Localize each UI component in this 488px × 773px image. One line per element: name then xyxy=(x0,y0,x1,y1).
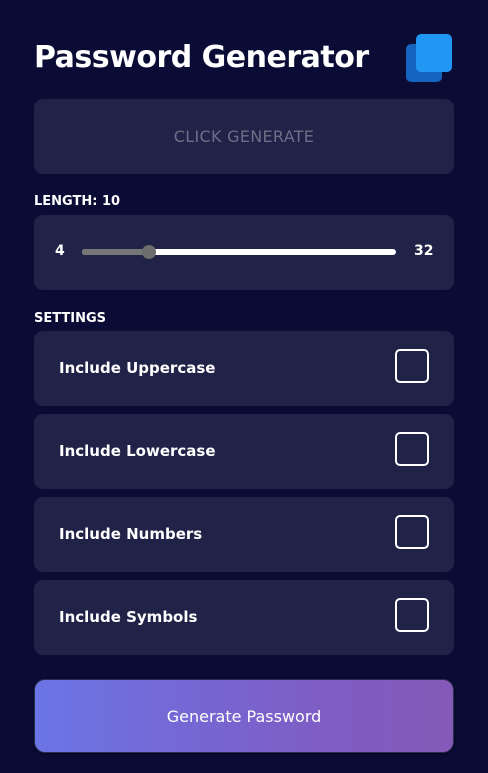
setting-symbols: Include Symbols xyxy=(34,580,454,655)
lowercase-checkbox[interactable] xyxy=(395,432,429,466)
setting-numbers: Include Numbers xyxy=(34,497,454,572)
length-panel: 4 32 xyxy=(34,215,454,290)
uppercase-checkbox[interactable] xyxy=(395,349,429,383)
setting-lowercase: Include Lowercase xyxy=(34,414,454,489)
length-label: LENGTH: 10 xyxy=(34,194,121,209)
password-result-display: CLICK GENERATE xyxy=(34,99,454,174)
length-slider[interactable] xyxy=(82,245,396,259)
setting-uppercase: Include Uppercase xyxy=(34,331,454,406)
symbols-checkbox[interactable] xyxy=(395,598,429,632)
length-max-label: 32 xyxy=(414,243,434,259)
length-min-label: 4 xyxy=(55,243,65,259)
setting-uppercase-label: Include Uppercase xyxy=(59,359,216,377)
slider-thumb[interactable] xyxy=(142,245,156,259)
setting-lowercase-label: Include Lowercase xyxy=(59,442,216,460)
header: Password Generator xyxy=(34,30,454,88)
setting-numbers-label: Include Numbers xyxy=(59,525,203,543)
settings-label: SETTINGS xyxy=(34,311,107,326)
generate-password-button[interactable]: Generate Password xyxy=(34,679,454,753)
numbers-checkbox[interactable] xyxy=(395,515,429,549)
password-result-text: CLICK GENERATE xyxy=(173,127,315,146)
slider-fill xyxy=(82,249,149,255)
page-title: Password Generator xyxy=(34,40,369,75)
copy-icon[interactable] xyxy=(404,32,454,84)
setting-symbols-label: Include Symbols xyxy=(59,608,198,626)
